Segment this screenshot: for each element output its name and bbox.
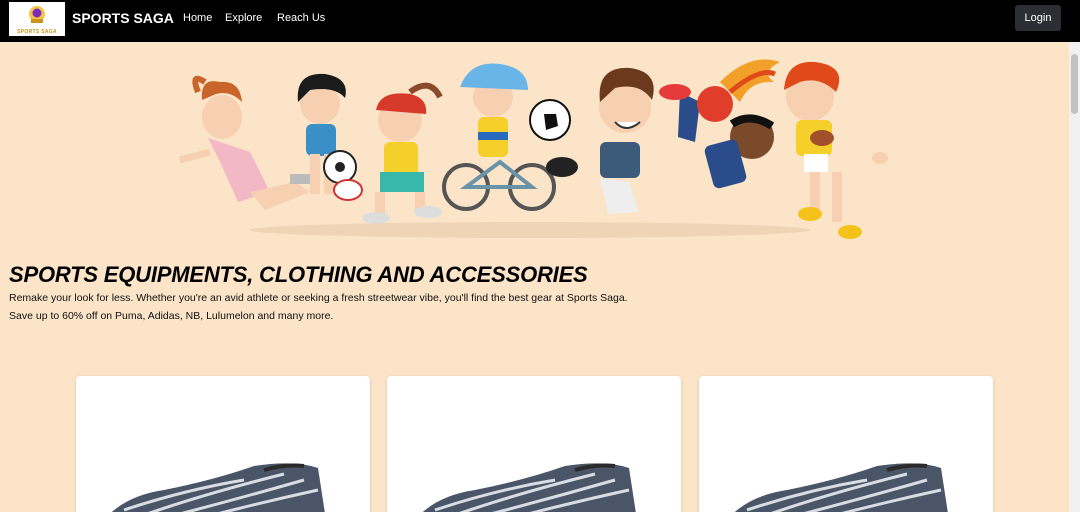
intro-text-line-1: Remake your look for less. Whether you'r… bbox=[9, 292, 628, 304]
hero-illustration bbox=[179, 59, 888, 239]
nav-link-explore[interactable]: Explore bbox=[225, 12, 262, 24]
product-card-3[interactable] bbox=[699, 376, 993, 512]
page-title: SPORTS EQUIPMENTS, CLOTHING AND ACCESSOR… bbox=[9, 262, 588, 287]
kid-kicking-figure bbox=[546, 67, 654, 214]
scrollbar[interactable] bbox=[1069, 42, 1080, 512]
shoe-image-icon bbox=[111, 463, 325, 512]
login-button[interactable]: Login bbox=[1015, 5, 1061, 31]
navbar: SPORTS SAGA SPORTS SAGA Home Explore Rea… bbox=[0, 0, 1080, 42]
product-card-1[interactable] bbox=[76, 376, 370, 512]
product-card-2[interactable] bbox=[387, 376, 681, 512]
scrollbar-thumb[interactable] bbox=[1071, 54, 1078, 114]
shoe-image-icon bbox=[734, 463, 948, 512]
brand-name[interactable]: SPORTS SAGA bbox=[72, 10, 174, 26]
shoe-image-icon bbox=[422, 463, 636, 512]
logo[interactable]: SPORTS SAGA bbox=[9, 2, 65, 36]
kid-bandana-figure bbox=[362, 82, 443, 224]
intro-text-line-2: Save up to 60% off on Puma, Adidas, NB, … bbox=[9, 310, 334, 322]
logo-text: SPORTS SAGA bbox=[17, 29, 57, 35]
kid-upside-down-figure bbox=[659, 84, 775, 189]
nav-link-reach-us[interactable]: Reach Us bbox=[277, 12, 325, 24]
kid-bike-figure bbox=[442, 63, 571, 211]
nav-link-home[interactable]: Home bbox=[183, 12, 212, 24]
